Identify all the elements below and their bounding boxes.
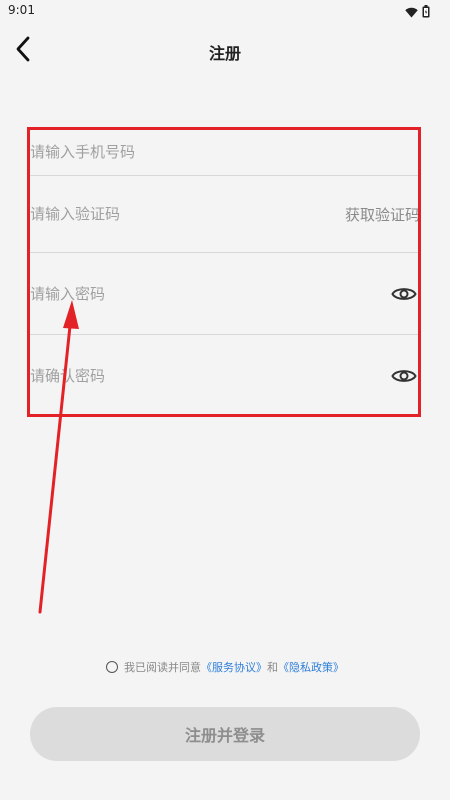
password-input[interactable] bbox=[30, 253, 391, 334]
agreement-radio[interactable] bbox=[106, 661, 118, 673]
phone-input[interactable] bbox=[30, 128, 420, 175]
battery-icon bbox=[422, 3, 430, 22]
eye-icon[interactable] bbox=[391, 363, 417, 389]
register-form: 获取验证码 bbox=[30, 128, 420, 417]
confirm-password-row bbox=[30, 335, 420, 417]
status-icons bbox=[405, 3, 430, 22]
code-row: 获取验证码 bbox=[30, 176, 420, 253]
agreement-prefix: 我已阅读并同意 bbox=[124, 661, 201, 674]
agreement: 我已阅读并同意 《服务协议》 和 《隐私政策》 bbox=[0, 659, 450, 675]
register-login-button[interactable]: 注册并登录 bbox=[30, 707, 420, 761]
wifi-icon bbox=[405, 3, 418, 22]
eye-icon[interactable] bbox=[391, 281, 417, 307]
agreement-conjunction: 和 bbox=[267, 661, 278, 674]
confirm-password-input[interactable] bbox=[30, 335, 391, 417]
password-row bbox=[30, 253, 420, 335]
nav-bar: 注册 bbox=[0, 22, 450, 80]
status-bar: 9:01 bbox=[0, 0, 450, 22]
privacy-policy-link[interactable]: 《隐私政策》 bbox=[278, 659, 344, 675]
phone-row bbox=[30, 128, 420, 176]
get-code-button[interactable]: 获取验证码 bbox=[345, 204, 420, 225]
page-title: 注册 bbox=[208, 44, 241, 63]
status-time: 9:01 bbox=[8, 3, 35, 17]
verification-code-input[interactable] bbox=[30, 176, 345, 252]
service-agreement-link[interactable]: 《服务协议》 bbox=[201, 659, 267, 675]
